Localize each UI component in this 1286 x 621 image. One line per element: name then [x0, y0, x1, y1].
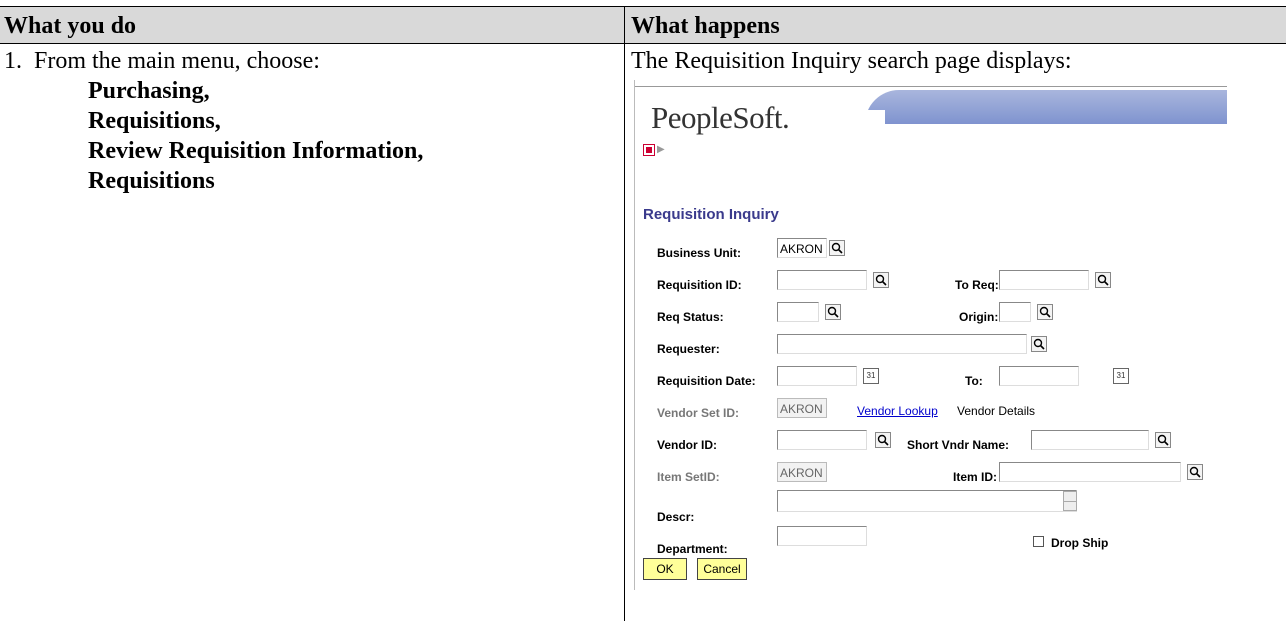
descr-field[interactable]	[777, 490, 1077, 512]
menu-toggle-icon[interactable]	[643, 144, 655, 156]
origin-field[interactable]	[999, 302, 1031, 322]
vendor-id-lookup-icon[interactable]	[875, 432, 891, 448]
calendar-icon[interactable]: 31	[1113, 368, 1129, 384]
requisition-id-field[interactable]	[777, 270, 867, 290]
peoplesoft-logo: PeopleSoft.	[651, 100, 790, 135]
descr-label: Descr:	[657, 510, 695, 524]
menu-path-item: Purchasing,	[88, 78, 210, 104]
calendar-icon[interactable]: 31	[863, 368, 879, 384]
item-id-lookup-icon[interactable]	[1187, 464, 1203, 480]
business-unit-lookup-icon[interactable]	[829, 240, 845, 256]
business-unit-field[interactable]: AKRON	[777, 238, 827, 258]
origin-label: Origin:	[959, 310, 999, 324]
vendor-id-label: Vendor ID:	[657, 438, 718, 452]
requisition-date-field[interactable]	[777, 366, 857, 386]
origin-lookup-icon[interactable]	[1037, 304, 1053, 320]
requisition-id-lookup-icon[interactable]	[873, 272, 889, 288]
vendor-set-id-field: AKRON	[777, 398, 827, 418]
vendor-lookup-link[interactable]: Vendor Lookup	[857, 404, 938, 418]
result-text: The Requisition Inquiry search page disp…	[631, 48, 1072, 74]
item-setid-field: AKRON	[777, 462, 827, 482]
expand-arrow-icon[interactable]: ▶	[657, 144, 665, 155]
menu-path-item: Review Requisition Information,	[88, 138, 424, 164]
vendor-id-field[interactable]	[777, 430, 867, 450]
requester-field[interactable]	[777, 334, 1027, 354]
col-header-what-happens: What happens	[631, 13, 780, 39]
requester-lookup-icon[interactable]	[1031, 336, 1047, 352]
department-label: Department:	[657, 542, 728, 556]
business-unit-label: Business Unit:	[657, 246, 742, 260]
peoplesoft-screenshot: PeopleSoft. ▶ Requisition Inquiry Busine…	[634, 80, 1227, 590]
vendor-details-link[interactable]: Vendor Details	[957, 404, 1035, 418]
ok-button[interactable]: OK	[643, 558, 687, 580]
item-id-label: Item ID:	[953, 470, 998, 484]
header-rule	[635, 86, 1227, 87]
step-text: From the main menu, choose:	[34, 48, 320, 74]
requisition-date-label: Requisition Date:	[657, 374, 756, 388]
item-id-field[interactable]	[999, 462, 1181, 482]
header-banner	[825, 90, 1227, 124]
menu-path: Purchasing, Requisitions, Review Requisi…	[88, 76, 423, 196]
short-vndr-name-lookup-icon[interactable]	[1155, 432, 1171, 448]
column-divider	[624, 6, 625, 621]
vendor-set-id-label: Vendor Set ID:	[657, 406, 740, 420]
short-vndr-name-label: Short Vndr Name:	[907, 438, 1010, 452]
department-field[interactable]	[777, 526, 867, 546]
short-vndr-name-field[interactable]	[1031, 430, 1149, 450]
to-req-lookup-icon[interactable]	[1095, 272, 1111, 288]
to-date-field[interactable]	[999, 366, 1079, 386]
requester-label: Requester:	[657, 342, 720, 356]
drop-ship-checkbox[interactable]	[1033, 536, 1044, 547]
menu-path-item: Requisitions	[88, 168, 215, 194]
req-status-field[interactable]	[777, 302, 819, 322]
cancel-button[interactable]: Cancel	[697, 558, 747, 580]
col-header-what-you-do: What you do	[4, 13, 137, 39]
to-req-label: To Req:	[955, 278, 999, 292]
req-status-lookup-icon[interactable]	[825, 304, 841, 320]
to-date-label: To:	[965, 374, 983, 388]
table-header-row: What you do What happens	[0, 6, 1286, 44]
item-setid-label: Item SetID:	[657, 470, 720, 484]
page-title: Requisition Inquiry	[643, 206, 779, 223]
menu-path-item: Requisitions,	[88, 108, 221, 134]
drop-ship-label: Drop Ship	[1051, 536, 1109, 550]
requisition-id-label: Requisition ID:	[657, 278, 742, 292]
req-status-label: Req Status:	[657, 310, 724, 324]
to-req-field[interactable]	[999, 270, 1089, 290]
step-number: 1.	[4, 48, 22, 74]
descr-scroll-control[interactable]	[1063, 491, 1077, 511]
